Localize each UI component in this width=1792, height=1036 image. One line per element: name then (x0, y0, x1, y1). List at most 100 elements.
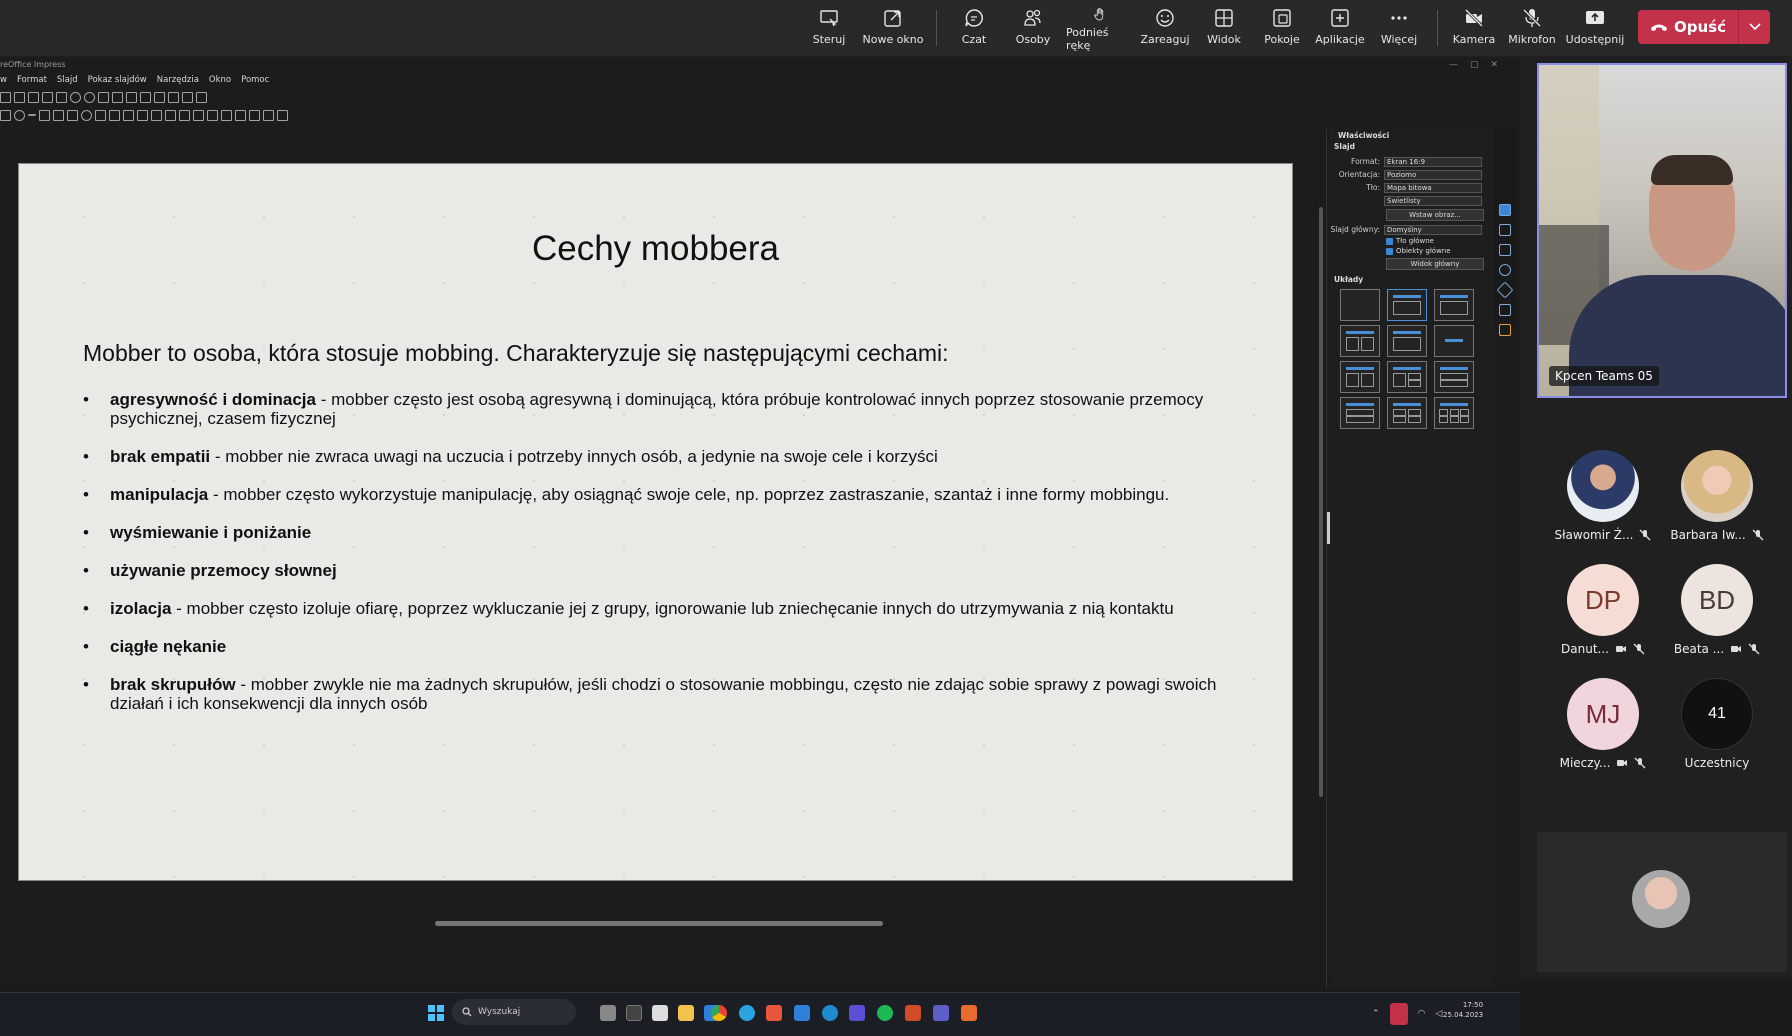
layouts-section-header[interactable]: Układy (1334, 275, 1363, 284)
task-view-icon[interactable] (600, 1005, 616, 1021)
new-window-button[interactable]: Nowe okno (860, 2, 926, 52)
shapes-deck-icon[interactable] (1496, 281, 1514, 299)
layout-centered-text[interactable] (1434, 325, 1474, 357)
basic-shapes-icon[interactable] (67, 109, 78, 121)
symbol-shapes-icon[interactable] (81, 109, 92, 121)
camera-button[interactable]: Kamera (1441, 2, 1507, 52)
rectangle-icon[interactable] (0, 109, 11, 121)
active-speaker-video[interactable]: Kpcen Teams 05 (1537, 63, 1787, 398)
master-objects-checkbox[interactable]: Obiekty główne (1386, 247, 1451, 255)
master-view-button[interactable]: Widok główny (1386, 258, 1484, 270)
leave-button[interactable]: Opuść (1638, 10, 1770, 44)
insert-image-button[interactable]: Wstaw obraz... (1386, 209, 1484, 221)
clone-format-icon[interactable] (56, 91, 67, 103)
gallery-deck-icon[interactable] (1499, 244, 1511, 256)
menu-help[interactable]: Pomoc (241, 75, 269, 89)
menu-slide[interactable]: Slajd (57, 75, 78, 89)
spelling-icon[interactable] (112, 91, 123, 103)
participant-tile[interactable]: BD Beata ... (1657, 564, 1777, 656)
windows-start-icon[interactable] (428, 1005, 444, 1021)
toggle-extrusion-icon[interactable] (235, 109, 246, 121)
slide-transition-deck-icon[interactable] (1499, 304, 1511, 316)
skype-icon[interactable] (822, 1005, 838, 1021)
menu-window[interactable]: Okno (209, 75, 231, 89)
powerpoint-icon[interactable] (905, 1005, 921, 1021)
participants-count-tile[interactable]: 41 Uczestnicy (1657, 678, 1777, 770)
transformations-icon[interactable] (165, 109, 176, 121)
participant-tile[interactable]: DP Danut... (1543, 564, 1663, 656)
rooms-button[interactable]: Pokoje (1249, 2, 1315, 52)
align-icon[interactable] (179, 109, 190, 121)
shadow-icon[interactable] (221, 109, 232, 121)
master-slide-select[interactable]: Domyślny (1384, 224, 1482, 235)
chat-button[interactable]: Czat (941, 2, 1007, 52)
react-button[interactable]: Zareaguj (1132, 2, 1198, 52)
impress-app-icon[interactable] (961, 1005, 977, 1021)
cut-icon[interactable] (14, 91, 25, 103)
properties-deck-icon[interactable] (1499, 204, 1511, 216)
grid-icon[interactable] (126, 91, 137, 103)
chrome-icon[interactable] (711, 1005, 727, 1021)
arrange-icon[interactable] (193, 109, 204, 121)
microphone-button[interactable]: Mikrofon (1499, 2, 1565, 52)
spotify-icon[interactable] (877, 1005, 893, 1021)
control-button[interactable]: Steruj (796, 2, 862, 52)
layout-six-content[interactable] (1434, 397, 1474, 429)
navigator-deck-icon[interactable] (1499, 264, 1511, 276)
layout-four-content[interactable] (1387, 397, 1427, 429)
layout-title-two-content[interactable] (1340, 325, 1380, 357)
format-select[interactable]: Ekran 16:9 (1384, 156, 1482, 167)
layout-two-content-b[interactable] (1340, 361, 1380, 393)
find-replace-icon[interactable] (98, 91, 109, 103)
chevron-up-icon[interactable]: ⌃ (1372, 1009, 1380, 1019)
styles-deck-icon[interactable] (1499, 224, 1511, 236)
bitmap-select[interactable]: Świetlisty (1384, 195, 1482, 206)
teams-icon[interactable] (933, 1005, 949, 1021)
leave-main[interactable]: Opuść (1638, 10, 1738, 44)
menu-slideshow[interactable]: Pokaz slajdów (88, 75, 147, 89)
flowchart-icon[interactable] (109, 109, 120, 121)
taskbar-clock[interactable]: 17:50 25.04.2023 (1443, 1000, 1483, 1020)
3d-objects-icon[interactable] (151, 109, 162, 121)
raise-hand-button[interactable]: Podnieś rękę (1066, 2, 1134, 52)
layout-title-only-2[interactable] (1387, 325, 1427, 357)
window-controls[interactable]: —▢✕ (1449, 60, 1510, 70)
helplines-icon[interactable] (140, 91, 151, 103)
points-icon[interactable] (249, 109, 260, 121)
taskbar-search[interactable]: Wyszukaj (452, 999, 576, 1025)
curve-icon[interactable] (39, 109, 50, 121)
apps-button[interactable]: Aplikacje (1307, 2, 1373, 52)
connector-icon[interactable] (53, 109, 64, 121)
file-explorer-icon[interactable] (678, 1005, 694, 1021)
slide-canvas[interactable]: Cechy mobbera Mobber to osoba, która sto… (18, 163, 1293, 881)
participant-tile[interactable]: MJ Mieczy... (1543, 678, 1663, 770)
redo-icon[interactable] (84, 91, 95, 103)
people-button[interactable]: Osoby (1000, 2, 1066, 52)
ellipse-icon[interactable] (14, 109, 25, 121)
stars-icon[interactable] (137, 109, 148, 121)
slide-title[interactable]: Cechy mobbera (19, 229, 1292, 269)
menu-view[interactable]: w (0, 75, 7, 89)
table-icon[interactable] (196, 91, 207, 103)
participant-tile[interactable]: Sławomir Ż... (1543, 450, 1663, 542)
menu-tools[interactable]: Narzędzia (157, 75, 199, 89)
orientation-select[interactable]: Poziomo (1384, 169, 1482, 180)
fontwork-icon[interactable] (277, 109, 288, 121)
volume-icon[interactable]: ◁ (1435, 1009, 1442, 1019)
undo-icon[interactable] (70, 91, 81, 103)
view-button[interactable]: Widok (1191, 2, 1257, 52)
participant-video-tile[interactable] (1537, 832, 1787, 972)
mic-in-use-icon[interactable] (1389, 1003, 1408, 1025)
leave-dropdown[interactable] (1739, 23, 1770, 31)
layout-blank[interactable] (1340, 289, 1380, 321)
layout-title-content[interactable] (1387, 289, 1427, 321)
block-arrows-icon[interactable] (95, 109, 106, 121)
layout-four-content-b[interactable] (1434, 361, 1474, 393)
animation-deck-icon[interactable] (1499, 324, 1511, 336)
paste-icon[interactable] (42, 91, 53, 103)
share-button[interactable]: Udostępnij (1561, 2, 1629, 52)
figma-app-icon[interactable] (766, 1005, 782, 1021)
slide-section-header[interactable]: Slajd (1334, 142, 1355, 151)
master-slide-icon[interactable] (168, 91, 179, 103)
layout-title-only[interactable] (1434, 289, 1474, 321)
